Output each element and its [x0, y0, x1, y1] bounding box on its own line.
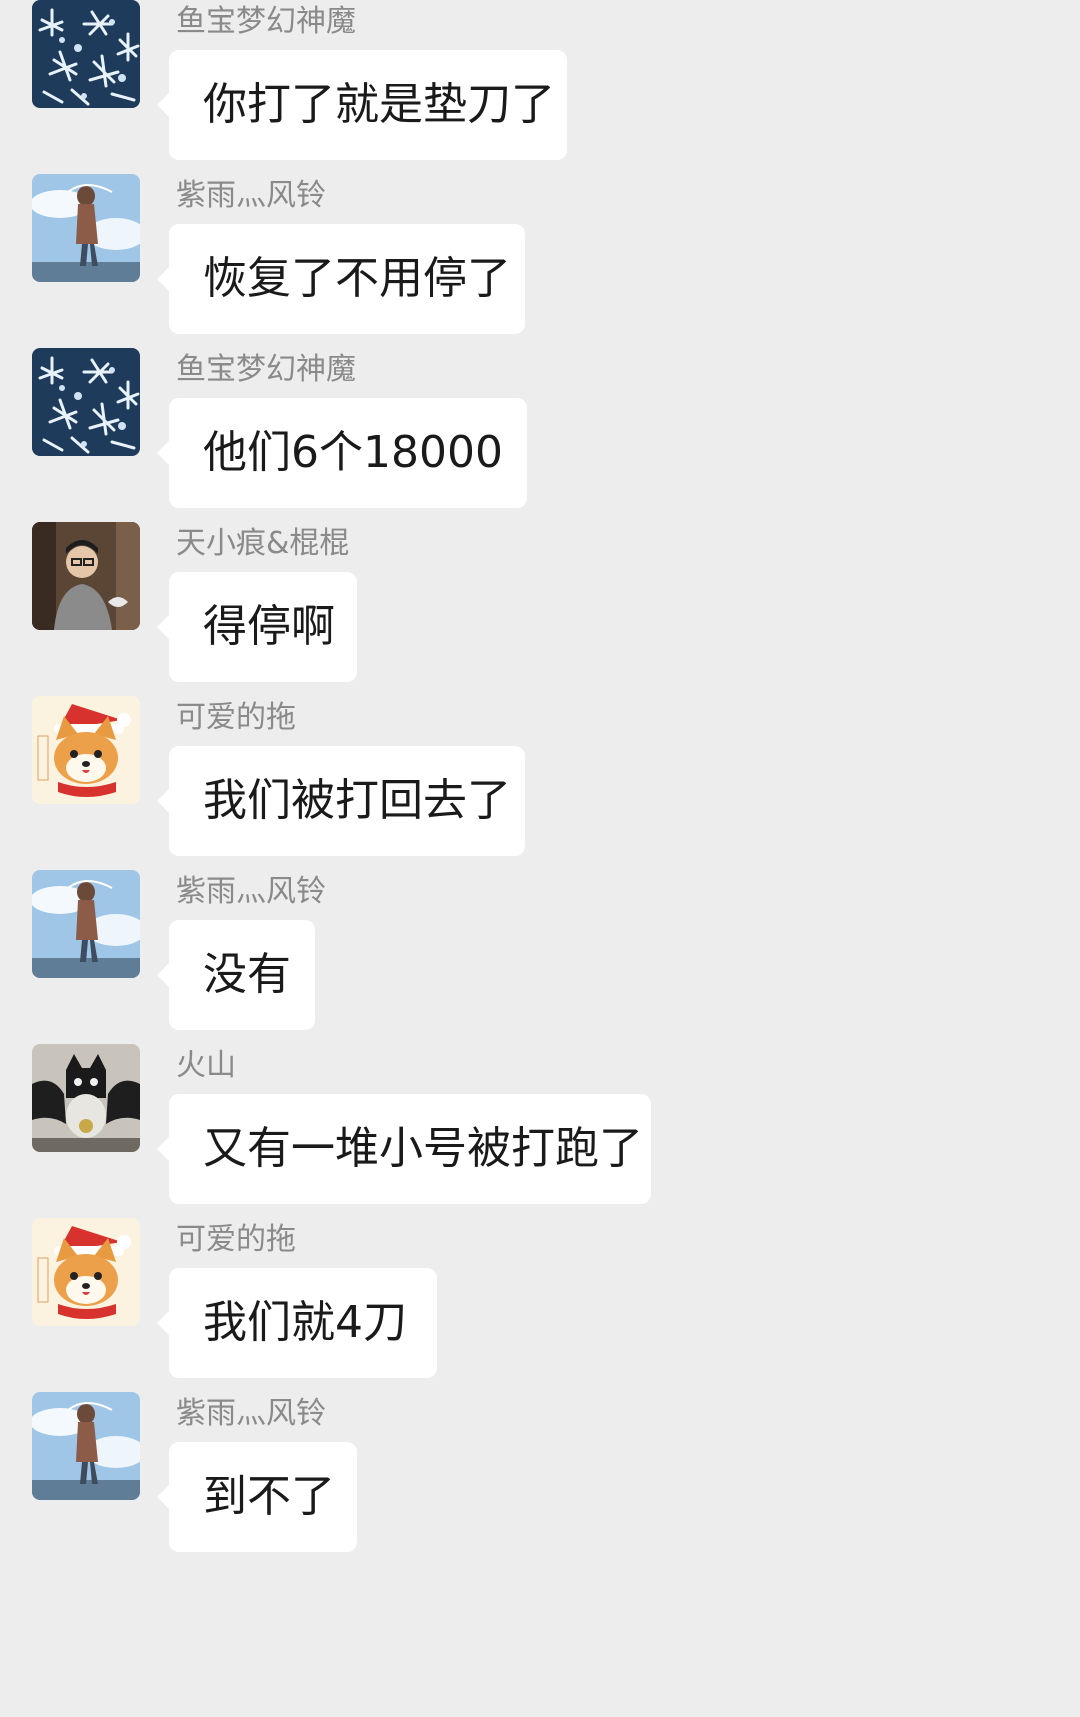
avatar[interactable]: [32, 1218, 140, 1326]
anime-couple-sky-avatar: [32, 870, 140, 978]
shiba-santa-avatar: [32, 696, 140, 804]
message-bubble[interactable]: 又有一堆小号被打跑了: [157, 1094, 651, 1204]
bat-cat-avatar: [32, 1044, 140, 1152]
snow-crystal-avatar: [32, 0, 140, 108]
message-row: 紫雨灬风铃恢复了不用停了: [0, 174, 1080, 354]
avatar[interactable]: [32, 1392, 140, 1500]
message-bubble[interactable]: 他们6个18000: [157, 398, 527, 508]
message-row: 鱼宝梦幻神魔你打了就是垫刀了: [0, 0, 1080, 180]
message-bubble[interactable]: 我们就4刀: [157, 1268, 437, 1378]
anime-couple-sky-avatar: [32, 174, 140, 282]
avatar[interactable]: [32, 174, 140, 282]
message-bubble[interactable]: 我们被打回去了: [157, 746, 525, 856]
avatar[interactable]: [32, 348, 140, 456]
avatar[interactable]: [32, 0, 140, 108]
message-row: 天小痕&棍棍得停啊: [0, 522, 1080, 702]
sender-name: 紫雨灬风铃: [176, 178, 326, 213]
chat-history[interactable]: 鱼宝梦幻神魔 你打了就是垫刀了 紫雨灬风铃 恢复了不用停了 鱼宝梦幻神魔 他们6个1800…: [0, 0, 1080, 1717]
snow-crystal-avatar: [32, 348, 140, 456]
message-bubble[interactable]: 到不了: [157, 1442, 357, 1552]
message-bubble[interactable]: 你打了就是垫刀了: [157, 50, 567, 160]
message-row: 鱼宝梦幻神魔他们6个18000: [0, 348, 1080, 528]
anime-couple-sky-avatar: [32, 1392, 140, 1500]
avatar[interactable]: [32, 696, 140, 804]
message-row: 火山又有一堆小号被打跑了: [0, 1044, 1080, 1224]
sender-name: 紫雨灬风铃: [176, 874, 326, 909]
message-bubble[interactable]: 没有: [157, 920, 315, 1030]
photo-person-avatar: [32, 522, 140, 630]
sender-name: 火山: [176, 1048, 236, 1083]
sender-name: 紫雨灬风铃: [176, 1396, 326, 1431]
message-row: 可爱的拖我们被打回去了: [0, 696, 1080, 876]
sender-name: 可爱的拖: [176, 1222, 296, 1257]
message-bubble[interactable]: 恢复了不用停了: [157, 224, 525, 334]
message-row: 紫雨灬风铃没有: [0, 870, 1080, 1050]
sender-name: 鱼宝梦幻神魔: [176, 4, 356, 39]
avatar[interactable]: [32, 870, 140, 978]
sender-name: 可爱的拖: [176, 700, 296, 735]
message-row: 可爱的拖我们就4刀: [0, 1218, 1080, 1398]
message-row: 紫雨灬风铃到不了: [0, 1392, 1080, 1572]
avatar[interactable]: [32, 1044, 140, 1152]
sender-name: 鱼宝梦幻神魔: [176, 352, 356, 387]
sender-name: 天小痕&棍棍: [176, 526, 350, 561]
message-bubble[interactable]: 得停啊: [157, 572, 357, 682]
avatar[interactable]: [32, 522, 140, 630]
shiba-santa-avatar: [32, 1218, 140, 1326]
